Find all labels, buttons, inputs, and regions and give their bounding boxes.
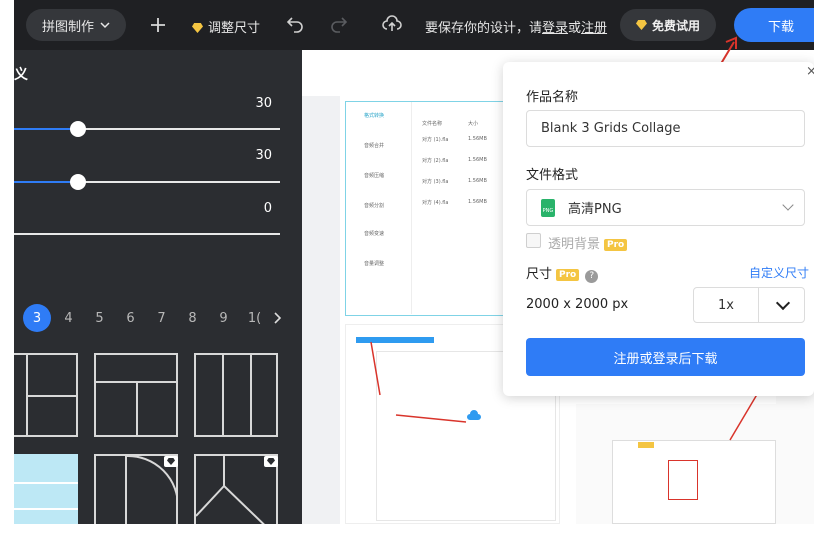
png-file-icon: PNG [541,198,555,217]
collage-menu-label: 拼图制作 [41,19,94,35]
size-value: 2000 x 2000 px [526,297,629,312]
format-label: 文件格式 [526,168,579,183]
top-toolbar: 拼图制作 调整尺寸 要保存你的设计，请登录或注册 免费试用 下载 [14,0,814,50]
undo-icon[interactable] [286,15,304,33]
plus-icon[interactable] [150,17,166,33]
diamond-icon [192,23,203,33]
diamond-icon [635,20,647,30]
download-button[interactable]: 下载 [734,8,814,42]
red-arrow-annotation [370,341,467,423]
slider-value-3: 0 [263,201,272,216]
slider-1[interactable] [14,121,280,137]
collage-menu-button[interactable]: 拼图制作 [26,9,126,41]
format-select[interactable]: PNG 高清PNG [526,189,805,226]
layout-settings-panel: 义 30 30 0 3 4 5 6 7 8 9 1( [14,50,302,524]
chevron-right-icon[interactable] [272,312,282,324]
scale-select[interactable]: 1x [693,287,805,323]
size-label: 尺寸 Pro? [526,263,599,283]
slider-value-2: 30 [255,148,272,163]
template-pager: 3 4 5 6 7 8 9 1( [14,304,282,332]
page-number[interactable]: 7 [146,311,177,326]
slider-fill [14,128,78,130]
resize-label: 调整尺寸 [208,21,261,36]
slider-knob[interactable] [69,121,86,137]
page-number[interactable]: 1( [239,311,270,326]
custom-size-link[interactable]: 自定义尺寸 [749,264,809,281]
layout-template[interactable] [94,353,178,437]
help-icon[interactable]: ? [585,270,599,283]
free-trial-button[interactable]: 免费试用 [620,9,716,41]
page-number[interactable]: 4 [53,311,84,326]
chevron-down-icon [782,199,794,211]
slider-value-1: 30 [255,96,272,111]
page-number[interactable]: 6 [115,311,146,326]
pro-badge: Pro [604,239,628,251]
vip-diamond-icon [264,456,278,467]
page-number[interactable]: 3 [23,304,51,332]
redo-icon[interactable] [330,15,348,33]
transparent-bg-checkbox[interactable] [526,233,541,248]
register-link[interactable]: 注册 [581,21,607,36]
slider-2[interactable] [14,174,280,190]
pro-badge: Pro [556,269,580,281]
layout-template-selected[interactable] [14,454,78,524]
login-to-download-button[interactable]: 注册或登录后下载 [526,338,805,376]
layout-template[interactable] [14,353,78,437]
name-label: 作品名称 [526,90,579,105]
login-link[interactable]: 登录 [542,21,568,36]
page-number[interactable]: 5 [84,311,115,326]
scale-value: 1x [694,288,759,322]
slider-knob[interactable] [69,174,86,190]
panel-title: 义 [14,67,28,83]
slider-fill [14,181,78,183]
layout-template[interactable] [194,353,278,437]
slider-3[interactable] [14,233,280,235]
cloud-upload-icon[interactable] [382,15,402,33]
transparent-bg-label: 透明背景 Pro [548,233,628,252]
resize-button[interactable]: 调整尺寸 [192,17,260,36]
save-prompt: 要保存你的设计，请登录或注册 [425,21,608,36]
page-number[interactable]: 9 [208,311,239,326]
chevron-down-icon [100,22,110,29]
page-number[interactable]: 8 [177,311,208,326]
screenshot-tile: 格式转换 文件名称 大小 音频合并 音频压缩 音频分割 音频变速 音量调整 对方… [345,101,505,316]
chevron-down-icon[interactable] [759,288,804,322]
close-icon[interactable]: × [806,64,814,79]
design-name-input[interactable]: Blank 3 Grids Collage [526,110,805,147]
vip-diamond-icon [164,456,178,467]
